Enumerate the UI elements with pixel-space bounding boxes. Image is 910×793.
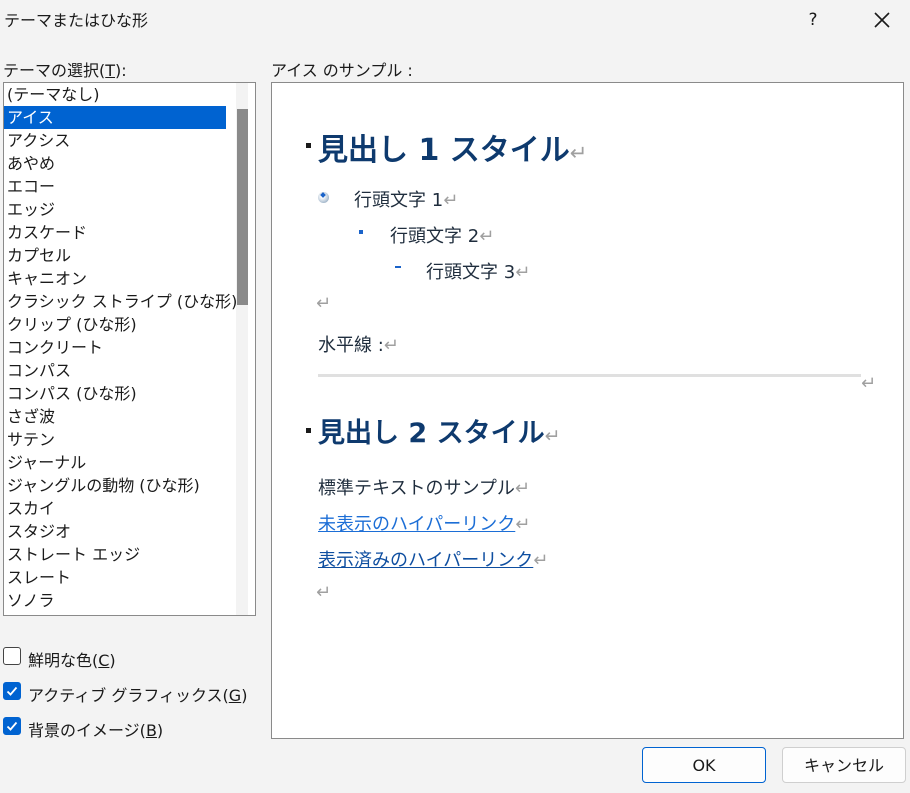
theme-list-item[interactable]: ストレート エッジ <box>4 543 226 566</box>
normal-text-sample: 標準テキストのサンプル↵ <box>318 474 530 500</box>
background-image-label: 背景のイメージ(B) <box>28 717 163 741</box>
sample-label: アイス のサンプル : <box>271 61 413 80</box>
normal-text: 標準テキストのサンプル <box>318 478 515 499</box>
bullet-1-icon <box>318 192 329 203</box>
theme-list-item[interactable]: エコー <box>4 175 226 198</box>
theme-list-item[interactable]: アイス <box>4 106 226 129</box>
bullet-1-sample: 行頭文字 1↵ <box>354 186 458 212</box>
theme-list-item[interactable]: (テーマなし) <box>4 83 226 106</box>
theme-list-item[interactable]: ソノラ <box>4 589 226 612</box>
heading-marker <box>306 428 311 433</box>
theme-list-item[interactable]: ジャングルの動物 (ひな形) <box>4 474 226 497</box>
label-text: ) <box>156 721 164 740</box>
access-key: C <box>98 651 110 670</box>
paragraph-mark: ↵ <box>533 550 549 571</box>
ok-button[interactable]: OK <box>642 747 766 783</box>
vivid-colors-checkbox[interactable] <box>3 647 21 665</box>
label-text: テーマの選択( <box>3 61 106 80</box>
bullet-text: 行頭文字 1 <box>354 190 444 211</box>
bullet-2-icon <box>359 230 363 234</box>
access-key: B <box>145 721 157 740</box>
label-text: 鮮明な色( <box>28 651 99 670</box>
theme-list-item[interactable]: アクシス <box>4 129 226 152</box>
heading-2-sample: 見出し 2 スタイル↵ <box>318 411 560 450</box>
title-bar: テーマまたはひな形 ? <box>0 0 910 42</box>
access-key: G <box>228 686 242 705</box>
bullet-3-sample: 行頭文字 3↵ <box>426 258 530 284</box>
check-icon <box>6 686 18 696</box>
active-graphics-checkbox[interactable] <box>3 682 21 700</box>
check-icon <box>6 721 18 731</box>
help-button[interactable]: ? <box>800 6 826 34</box>
bullet-3-icon <box>395 266 401 268</box>
cancel-button[interactable]: キャンセル <box>782 747 906 783</box>
theme-list-scrollbar[interactable] <box>236 83 248 615</box>
theme-list-item[interactable]: さざ波 <box>4 405 226 428</box>
bullet-2-sample: 行頭文字 2↵ <box>390 222 494 248</box>
paragraph-mark: ↵ <box>861 373 877 394</box>
vivid-colors-label: 鮮明な色(C) <box>28 647 116 671</box>
horizontal-line-label: 水平線 :↵ <box>318 331 399 357</box>
horizontal-line-sample <box>318 374 861 377</box>
label-text: ) <box>109 651 116 670</box>
theme-preview: 見出し 1 スタイル↵ 行頭文字 1↵ 行頭文字 2↵ 行頭文字 3↵ ↵ 水平… <box>271 82 904 739</box>
theme-list-item[interactable]: クリップ (ひな形) <box>4 313 226 336</box>
heading-1-text: 見出し 1 スタイル <box>318 133 570 168</box>
theme-list-item[interactable]: ジャーナル <box>4 451 226 474</box>
theme-list-item[interactable]: スタジオ <box>4 520 226 543</box>
paragraph-mark: ↵ <box>544 425 561 447</box>
theme-list[interactable]: (テーマなし) アイス アクシス あやめ エコー エッジ カスケード カプセル キャニオン クラシ… <box>3 82 256 616</box>
access-key: T <box>105 61 116 80</box>
horizontal-line-text: 水平線 : <box>318 335 384 356</box>
theme-list-item[interactable]: コンパス (ひな形) <box>4 382 226 405</box>
bullet-text: 行頭文字 2 <box>390 226 480 247</box>
paragraph-mark: ↵ <box>515 514 531 535</box>
paragraph-mark: ↵ <box>514 478 531 499</box>
theme-list-item[interactable]: あやめ <box>4 152 226 175</box>
unvisited-link-sample: 未表示のハイパーリンク↵ <box>318 510 530 536</box>
unvisited-link[interactable]: 未表示のハイパーリンク <box>318 514 515 535</box>
dialog-title: テーマまたはひな形 <box>4 11 149 30</box>
paragraph-mark: ↵ <box>316 293 332 314</box>
theme-list-item[interactable]: コンパス <box>4 359 226 382</box>
label-text: ) <box>241 686 248 705</box>
paragraph-mark: ↵ <box>515 262 531 283</box>
visited-link[interactable]: 表示済みのハイパーリンク <box>318 550 533 571</box>
theme-list-item[interactable]: スレート <box>4 566 226 589</box>
active-graphics-label: アクティブ グラフィックス(G) <box>28 682 247 706</box>
theme-list-item[interactable]: カスケード <box>4 221 226 244</box>
heading-1-sample: 見出し 1 スタイル↵ <box>318 125 587 169</box>
scrollbar-thumb[interactable] <box>237 109 248 305</box>
heading-2-text: 見出し 2 スタイル <box>318 418 545 449</box>
theme-select-label: テーマの選択(T): <box>3 57 127 81</box>
paragraph-mark: ↵ <box>443 190 459 211</box>
theme-list-item[interactable]: スカイ <box>4 497 226 520</box>
paragraph-mark: ↵ <box>479 226 495 247</box>
theme-list-item[interactable]: キャニオン <box>4 267 226 290</box>
close-icon <box>874 12 890 28</box>
theme-list-items: (テーマなし) アイス アクシス あやめ エコー エッジ カスケード カプセル キャニオン クラシ… <box>4 83 255 612</box>
theme-list-item[interactable]: クラシック ストライプ (ひな形) <box>4 290 237 313</box>
theme-list-item[interactable]: サテン <box>4 428 226 451</box>
paragraph-mark: ↵ <box>569 141 588 165</box>
label-text: ): <box>115 61 127 80</box>
paragraph-mark: ↵ <box>316 582 332 603</box>
close-button[interactable] <box>868 6 896 34</box>
bullet-text: 行頭文字 3 <box>426 262 516 283</box>
label-text: 背景のイメージ( <box>28 721 146 740</box>
paragraph-mark: ↵ <box>383 335 399 356</box>
heading-marker <box>306 143 311 148</box>
theme-list-item[interactable]: カプセル <box>4 244 226 267</box>
theme-list-item[interactable]: コンクリート <box>4 336 226 359</box>
visited-link-sample: 表示済みのハイパーリンク↵ <box>318 546 548 572</box>
label-text: アクティブ グラフィックス( <box>28 686 229 705</box>
background-image-checkbox[interactable] <box>3 717 21 735</box>
theme-list-item[interactable]: エッジ <box>4 198 226 221</box>
